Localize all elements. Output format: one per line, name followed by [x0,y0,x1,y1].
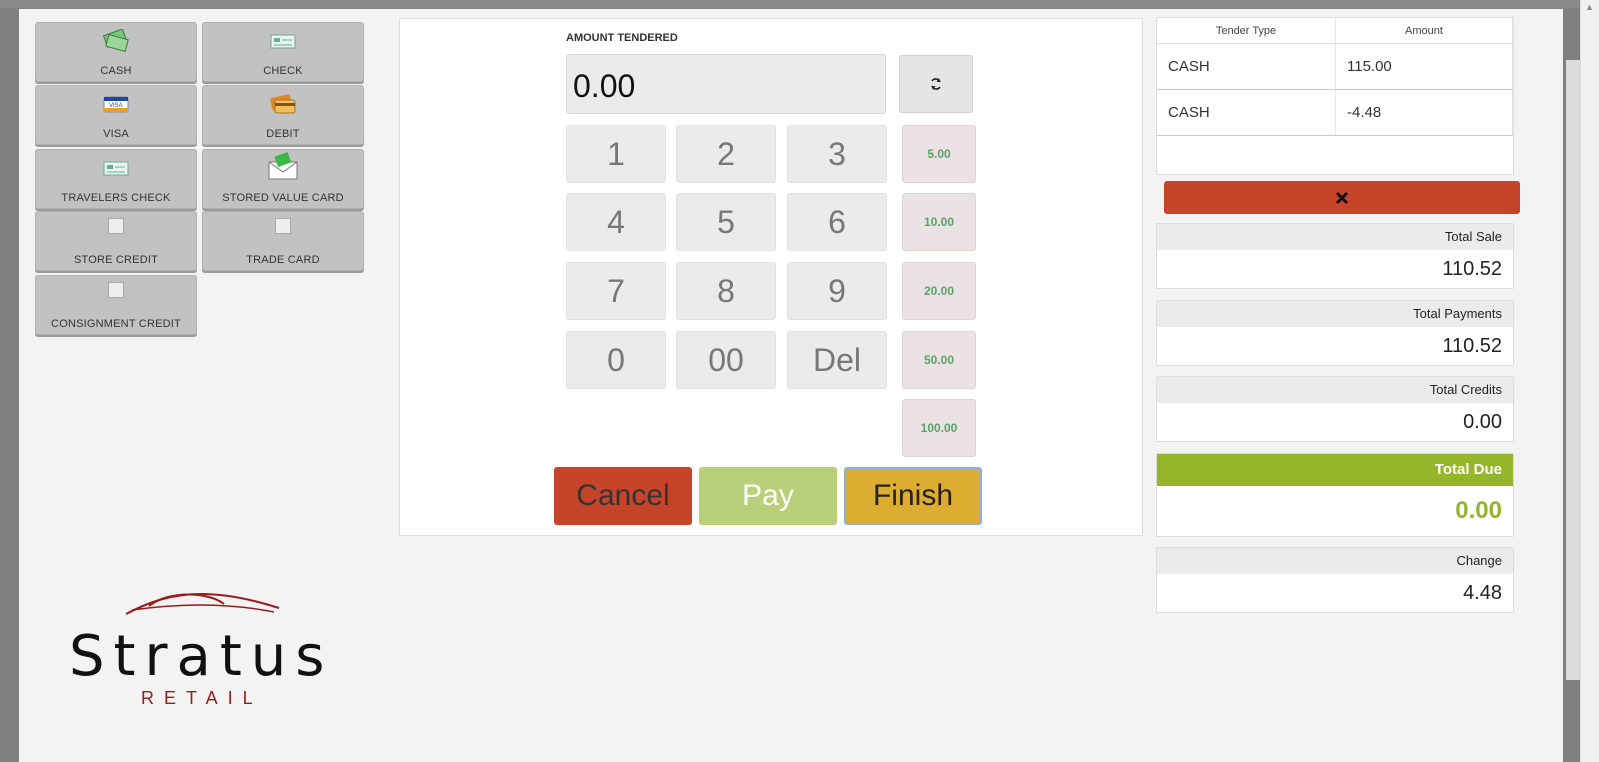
quick-amount-100[interactable]: 100.00 [902,399,976,457]
background-panel-edge [1566,60,1580,680]
total-payments-label: Total Payments [1157,301,1513,327]
tender-debit-button[interactable]: DEBIT [202,85,364,145]
total-credits-value: 0.00 [1463,411,1502,433]
change-box: Change 4.48 [1156,547,1514,613]
tender-label: TRAVELERS CHECK [61,192,171,204]
tender-type-cell: CASH [1157,43,1336,90]
total-sale-box: Total Sale 110.52 [1156,223,1514,289]
cash-icon [102,29,129,52]
broken-image-icon [108,282,124,298]
amount-cell: -4.48 [1335,89,1513,136]
total-payments-value: 110.52 [1442,335,1502,357]
tender-label: STORE CREDIT [73,254,159,266]
tender-table: Tender Type Amount CASH 115.00 CASH -4.4… [1156,17,1514,175]
amount-tendered-label: AMOUNT TENDERED [566,32,678,44]
tender-label: CHECK [263,65,303,77]
broken-image-icon [275,218,291,234]
close-icon [1335,191,1349,204]
cancel-button[interactable]: Cancel [554,467,692,525]
quick-amount-20[interactable]: 20.00 [902,262,976,320]
tender-label: TRADE CARD [246,254,320,266]
envelope-card-icon [268,152,298,180]
tender-label: STORED VALUE CARD [222,192,344,204]
key-delete[interactable]: Del [787,331,887,389]
refresh-button[interactable] [899,55,973,113]
payment-modal: CASH CHECK VISA VISA DEBIT TRAVELERS CHE… [19,9,1563,762]
table-header-tender-type: Tender Type [1157,18,1336,44]
tender-store-credit-button[interactable]: STORE CREDIT [35,211,197,271]
total-due-label: Total Due [1157,454,1513,486]
broken-image-icon [108,218,124,234]
amount-tendered-display[interactable]: 0.00 [566,54,886,114]
key-5[interactable]: 5 [676,193,776,251]
key-3[interactable]: 3 [787,125,887,183]
tender-trade-card-button[interactable]: TRADE CARD [202,211,364,271]
backdrop [0,0,1599,8]
refresh-icon [931,78,941,90]
tender-label: CASH [100,65,132,77]
tender-check-button[interactable]: CHECK [202,22,364,82]
debit-card-icon [270,94,296,114]
tender-type-cell: CASH [1157,89,1336,136]
logo-sub-text: RETAIL [141,688,263,708]
key-9[interactable]: 9 [787,262,887,320]
change-value: 4.48 [1463,582,1502,604]
tender-label: CONSIGNMENT CREDIT [51,318,181,330]
key-00[interactable]: 00 [676,331,776,389]
quick-amount-50[interactable]: 50.00 [902,331,976,389]
key-2[interactable]: 2 [676,125,776,183]
visa-card-icon: VISA [103,96,129,113]
key-8[interactable]: 8 [676,262,776,320]
finish-button[interactable]: Finish [844,467,982,525]
page-scrollbar[interactable]: ▲ [1580,0,1599,762]
tender-cash-button[interactable]: CASH [35,22,197,82]
tender-label: VISA [103,128,129,140]
total-due-value: 0.00 [1455,497,1502,524]
check-icon [270,34,296,49]
total-sale-label: Total Sale [1157,224,1513,250]
key-4[interactable]: 4 [566,193,666,251]
stratus-retail-logo: Stratus RETAIL [69,584,339,714]
tender-stored-value-card-button[interactable]: STORED VALUE CARD [202,149,364,209]
logo-brand-text: Stratus [69,624,334,689]
change-label: Change [1157,548,1513,574]
key-6[interactable]: 6 [787,193,887,251]
key-7[interactable]: 7 [566,262,666,320]
tender-travelers-check-button[interactable]: TRAVELERS CHECK [35,149,197,209]
logo-swoosh-icon [125,593,280,615]
total-sale-value: 110.52 [1442,258,1502,280]
amount-cell: 115.00 [1335,43,1513,90]
svg-text:VISA: VISA [109,103,123,109]
keypad-panel: AMOUNT TENDERED 0.00 1 2 3 4 5 6 7 8 9 0… [399,18,1143,536]
tender-consignment-credit-button[interactable]: CONSIGNMENT CREDIT [35,275,197,335]
remove-tender-button[interactable] [1164,181,1520,214]
total-credits-label: Total Credits [1157,377,1513,403]
pay-button[interactable]: Pay [699,467,837,525]
key-0[interactable]: 0 [566,331,666,389]
total-due-box: Total Due 0.00 [1156,453,1514,537]
total-credits-box: Total Credits 0.00 [1156,376,1514,442]
tender-label: DEBIT [266,128,300,140]
travelers-check-icon [103,161,129,176]
table-row[interactable]: CASH 115.00 [1157,43,1513,90]
quick-amount-5[interactable]: 5.00 [902,125,976,183]
quick-amount-10[interactable]: 10.00 [902,193,976,251]
total-payments-box: Total Payments 110.52 [1156,300,1514,366]
scroll-up-icon[interactable]: ▲ [1585,2,1594,12]
table-row[interactable]: CASH -4.48 [1157,89,1513,136]
key-1[interactable]: 1 [566,125,666,183]
tender-visa-button[interactable]: VISA VISA [35,85,197,145]
table-header-amount: Amount [1335,18,1513,44]
